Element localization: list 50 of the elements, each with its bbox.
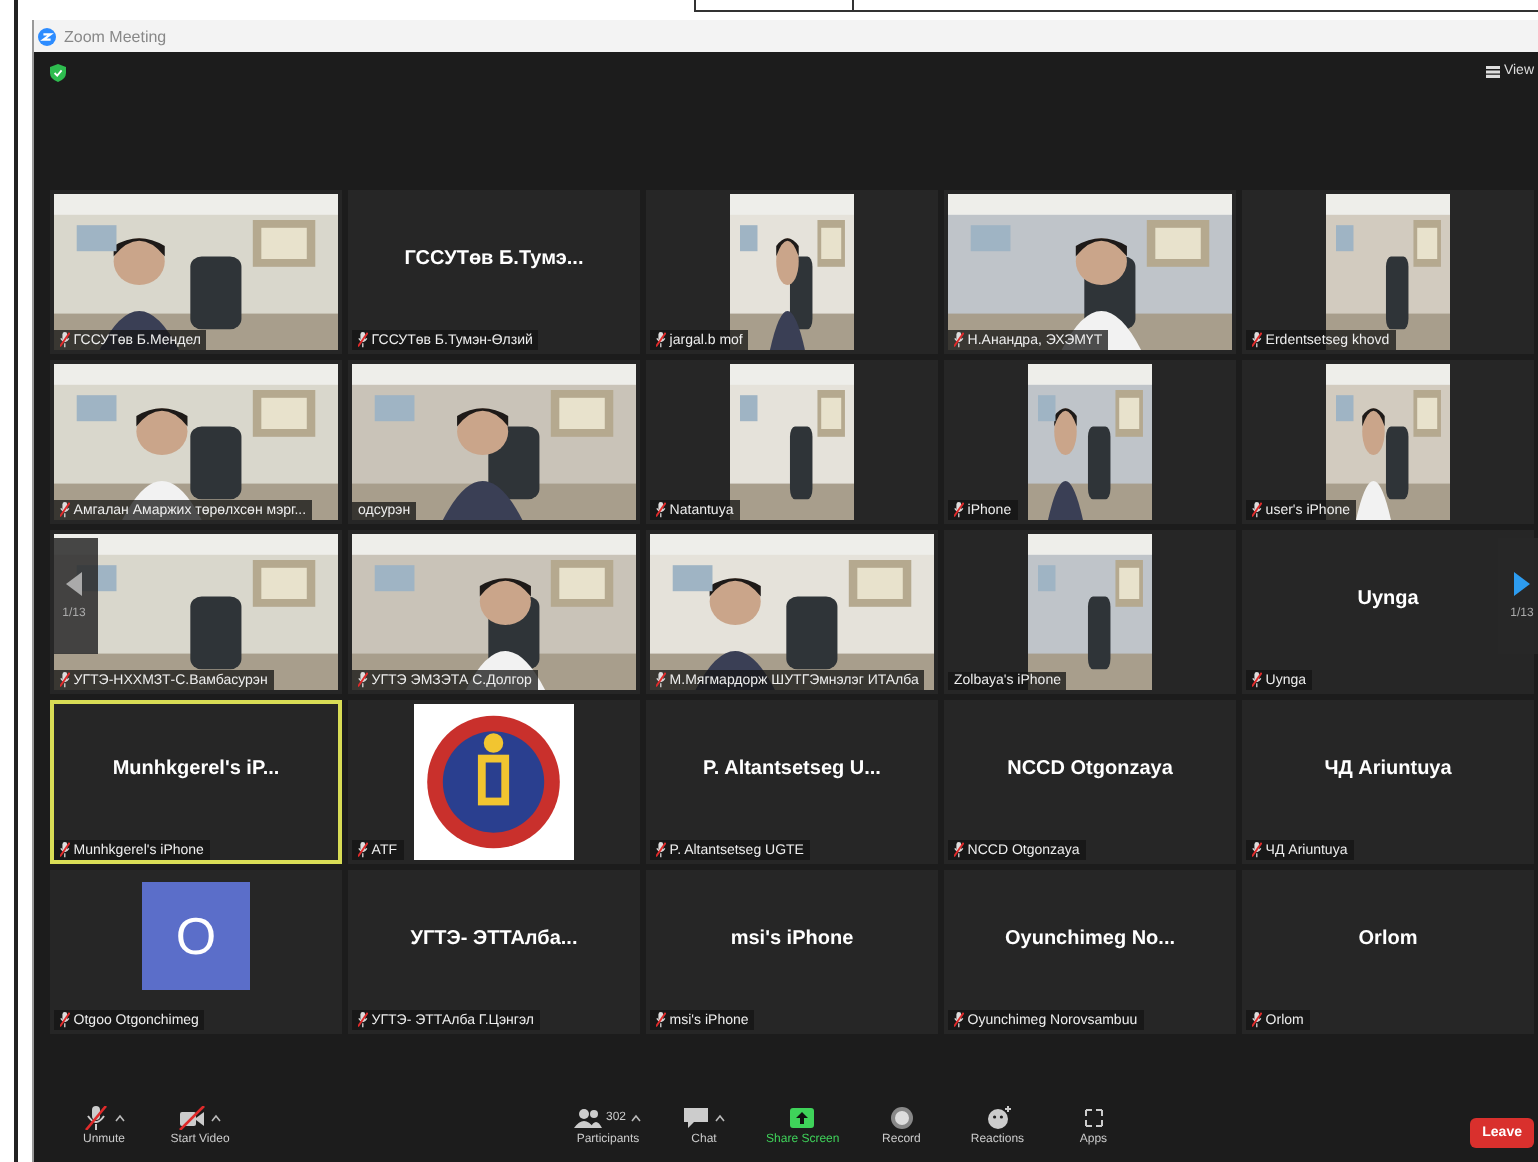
muted-mic-icon — [656, 672, 666, 688]
muted-mic-icon — [656, 1012, 666, 1028]
shield-icon[interactable] — [50, 64, 66, 82]
caret-icon[interactable] — [714, 1114, 727, 1122]
muted-mic-icon — [656, 842, 666, 858]
muted-mic-icon — [954, 842, 964, 858]
apps-icon — [1079, 1106, 1108, 1130]
caret-icon[interactable] — [210, 1114, 222, 1122]
muted-mic-icon — [1252, 332, 1262, 348]
participant-name: ГССУТөв Б.Тумэ... — [404, 247, 584, 270]
muted-mic-icon — [358, 332, 368, 348]
participant-name: Orlom — [1358, 927, 1418, 950]
participant-name: P. Altantsetseg U... — [703, 757, 881, 780]
left-arrow-icon — [66, 572, 82, 596]
right-arrow-icon — [1514, 572, 1530, 596]
muted-mic-icon — [358, 1012, 368, 1028]
participant-name: Uynga — [1357, 587, 1419, 610]
muted-mic-icon — [1252, 842, 1262, 858]
muted-mic-icon — [60, 332, 70, 348]
record-icon — [887, 1106, 916, 1130]
chat-icon — [682, 1106, 711, 1130]
muted-mic-icon — [954, 332, 964, 348]
window-title: Zoom Meeting — [64, 27, 167, 45]
muted-mic-icon — [358, 842, 368, 858]
muted-mic-icon — [60, 842, 70, 858]
muted-mic-icon — [60, 502, 70, 518]
avatar: O — [142, 882, 250, 990]
participant-name: msi's iPhone — [730, 927, 854, 950]
muted-mic-icon — [656, 332, 666, 348]
muted-mic-icon — [60, 672, 70, 688]
muted-mic-icon — [60, 1012, 70, 1028]
participant-name: ЧД Ariuntuya — [1324, 757, 1452, 780]
video-off-icon — [178, 1106, 206, 1130]
muted-mic-icon — [656, 502, 666, 518]
caret-icon[interactable] — [630, 1114, 643, 1122]
caret-icon[interactable] — [114, 1114, 126, 1122]
muted-mic-icon — [954, 1012, 964, 1028]
participant-name: УГТЭ- ЭТТАлба... — [410, 927, 578, 950]
share-screen-icon — [788, 1106, 817, 1130]
muted-mic-icon — [1252, 1012, 1262, 1028]
people-icon — [574, 1106, 602, 1130]
muted-mic-icon — [1252, 502, 1262, 518]
participant-name: Oyunchimeg No... — [1005, 927, 1175, 950]
participant-name: Munhkgerel's iP... — [112, 757, 280, 780]
smiley-icon — [983, 1106, 1012, 1130]
participant-name: NCCD Otgonzaya — [1007, 757, 1173, 780]
muted-mic-icon — [82, 1106, 110, 1130]
muted-mic-icon — [954, 502, 964, 518]
muted-mic-icon — [358, 672, 368, 688]
muted-mic-icon — [1252, 672, 1262, 688]
